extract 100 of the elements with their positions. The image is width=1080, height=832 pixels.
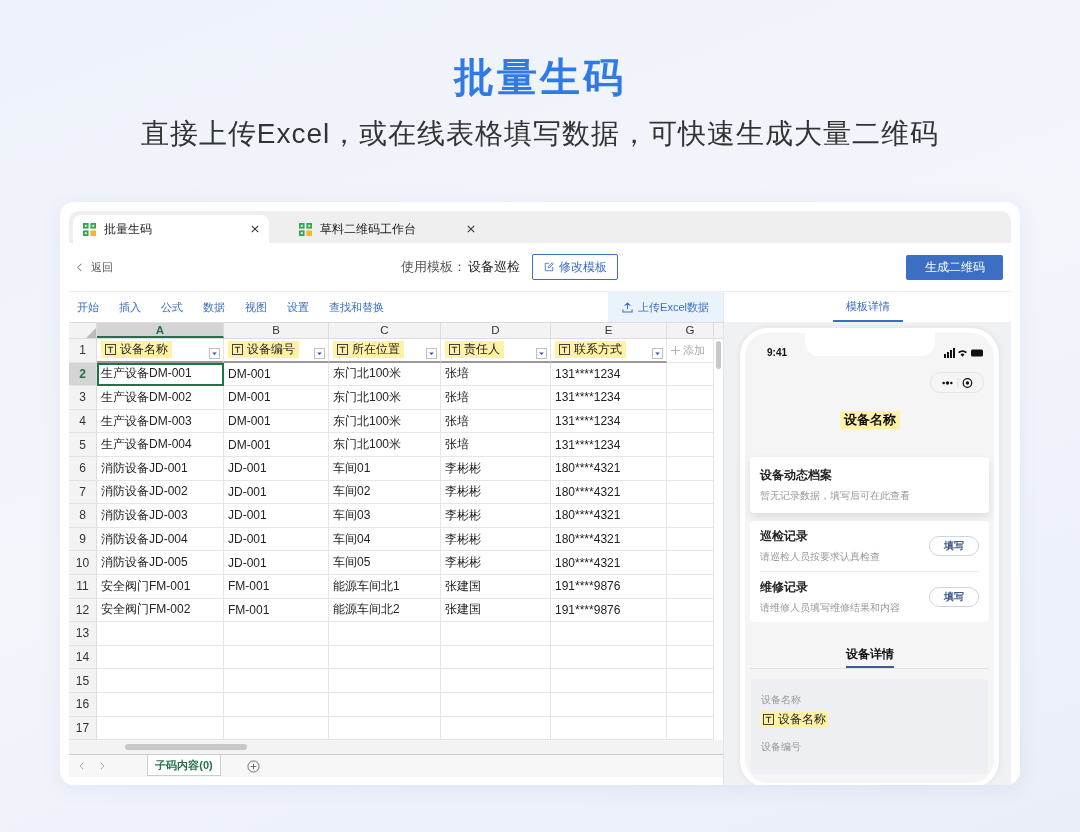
- field-header: 设备编号: [228, 341, 299, 359]
- field-label: 设备名称: [761, 693, 802, 707]
- record-title: 巡检记录: [760, 528, 809, 545]
- table-cell: 消防设备JD-001: [97, 456, 224, 481]
- table-cell: 生产设备DM-004: [97, 433, 224, 457]
- table-cell: [667, 598, 714, 623]
- mini-program-capsule[interactable]: [930, 372, 984, 393]
- dropdown-icon[interactable]: [209, 347, 220, 359]
- menu-item[interactable]: 开始: [77, 299, 99, 315]
- table-cell: 李彬彬: [441, 480, 551, 505]
- sheet-nav-arrows-icon[interactable]: [77, 761, 107, 772]
- table-cell: 安全阀门FM-001: [97, 574, 224, 599]
- column-header[interactable]: C: [329, 323, 441, 338]
- scrollbar[interactable]: [716, 341, 721, 369]
- plus-icon: [671, 345, 680, 355]
- table-cell: FM-001: [224, 598, 329, 623]
- table-cell: 东门北100米: [329, 386, 441, 410]
- table-cell: [667, 645, 714, 670]
- dropdown-icon[interactable]: [536, 347, 547, 359]
- row-number: 3: [69, 386, 97, 410]
- status-icons: [944, 347, 984, 358]
- browser-tab[interactable]: 草料二维码工作台: [289, 215, 485, 243]
- table-cell: 消防设备JD-005: [97, 551, 224, 575]
- column-header[interactable]: E: [551, 323, 667, 338]
- text-type-icon: [232, 344, 243, 356]
- table-cell: 180****4321: [551, 480, 667, 505]
- table-cell: 张培: [441, 433, 551, 457]
- column-header[interactable]: B: [224, 323, 329, 338]
- table-cell: 消防设备JD-003: [97, 504, 224, 528]
- close-icon[interactable]: [467, 225, 475, 233]
- row-number: 17: [69, 716, 97, 741]
- table-cell: 车间02: [329, 480, 441, 505]
- field-label: 设备编号: [761, 740, 802, 754]
- section-tab[interactable]: 设备详情: [845, 646, 894, 668]
- scrollbar[interactable]: [125, 744, 247, 751]
- table-cell: FM-001: [224, 574, 329, 599]
- status-time: 9:41: [767, 347, 787, 358]
- menu-item[interactable]: 插入: [119, 299, 141, 315]
- fill-button[interactable]: 填写: [929, 536, 979, 556]
- row-number: 6: [69, 456, 97, 481]
- table-cell: 李彬彬: [441, 504, 551, 528]
- table-cell: 消防设备JD-002: [97, 480, 224, 505]
- card-title: 设备动态档案: [760, 467, 833, 484]
- row-number: 9: [69, 527, 97, 552]
- menu-item[interactable]: 视图: [245, 299, 267, 315]
- table-cell: 生产设备DM-002: [97, 386, 224, 410]
- fill-button[interactable]: 填写: [929, 587, 979, 607]
- add-sheet-icon[interactable]: [247, 759, 260, 773]
- text-type-icon: [337, 344, 348, 356]
- table-cell: 180****4321: [551, 456, 667, 481]
- column-header[interactable]: A: [97, 323, 224, 338]
- table-cell: 生产设备DM-003: [97, 409, 224, 434]
- table-cell: 180****4321: [551, 504, 667, 528]
- table-cell: DM-001: [224, 433, 329, 457]
- row-number: 12: [69, 598, 97, 623]
- field-header: 所在位置: [333, 341, 404, 359]
- table-cell: 张建国: [441, 598, 551, 623]
- page-title: 批量生码: [454, 54, 626, 101]
- column-header[interactable]: G: [667, 323, 714, 338]
- edit-icon: [543, 262, 554, 272]
- table-cell: 车间05: [329, 551, 441, 575]
- table-cell: 131****1234: [551, 362, 667, 387]
- back-link[interactable]: 返回: [77, 259, 113, 275]
- row-number: 8: [69, 504, 97, 528]
- table-cell: 180****4321: [551, 551, 667, 575]
- generate-qr-button[interactable]: 生成二维码: [906, 254, 1003, 280]
- column-header[interactable]: D: [441, 323, 551, 338]
- table-cell: 能源车间北2: [329, 598, 441, 623]
- sheet-tab[interactable]: 子码内容(0): [147, 755, 221, 777]
- menu-item[interactable]: 数据: [203, 299, 225, 315]
- dropdown-icon[interactable]: [314, 347, 325, 359]
- table-cell: 191****9876: [551, 598, 667, 623]
- dropdown-icon[interactable]: [652, 347, 663, 359]
- table-cell: 车间01: [329, 456, 441, 481]
- row-number: 1: [69, 339, 97, 363]
- table-cell: [667, 692, 714, 717]
- menu-item[interactable]: 查找和替换: [329, 299, 384, 315]
- table-cell: 131****1234: [551, 386, 667, 410]
- record-title: 维修记录: [760, 579, 809, 596]
- tab-label: 草料二维码工作台: [320, 220, 417, 238]
- table-cell: 李彬彬: [441, 527, 551, 552]
- table-cell: [667, 669, 714, 693]
- row-number: 2: [69, 362, 97, 387]
- upload-excel-button[interactable]: 上传Excel数据: [608, 292, 723, 322]
- table-cell: 191****9876: [551, 574, 667, 599]
- menu-item[interactable]: 公式: [161, 299, 183, 315]
- table-cell: 131****1234: [551, 409, 667, 434]
- table-cell: 消防设备JD-004: [97, 527, 224, 552]
- menu-item[interactable]: 设置: [287, 299, 309, 315]
- table-cell: JD-001: [224, 480, 329, 505]
- edit-template-button[interactable]: 修改模板: [532, 254, 618, 280]
- dropdown-icon[interactable]: [426, 347, 437, 359]
- page-subtitle: 直接上传Excel，或在线表格填写数据，可快速生成大量二维码: [140, 117, 940, 151]
- table-cell: 生产设备DM-001: [97, 362, 224, 387]
- table-cell: 张培: [441, 386, 551, 410]
- browser-tab[interactable]: 批量生码: [73, 215, 269, 243]
- close-icon[interactable]: [251, 225, 259, 233]
- record-description: 请维修人员填写维修结果和内容: [760, 601, 900, 615]
- row-number: 15: [69, 669, 97, 693]
- table-cell: DM-001: [224, 409, 329, 434]
